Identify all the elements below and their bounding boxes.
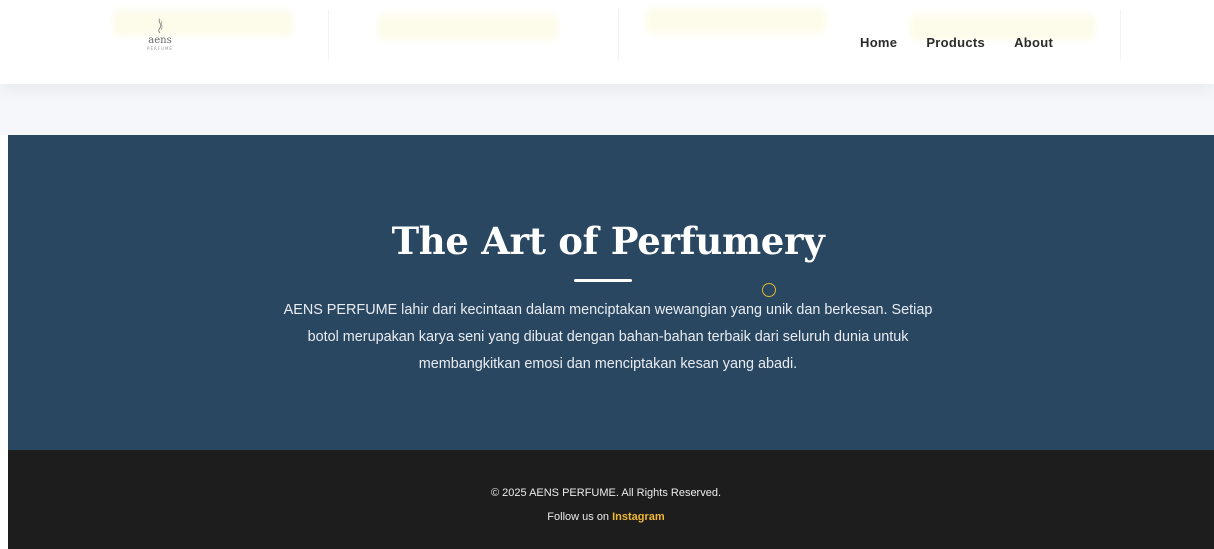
- hero-description: AENS PERFUME lahir dari kecintaan dalam …: [283, 302, 933, 372]
- site-footer: © 2025 AENS PERFUME. All Rights Reserved…: [8, 450, 1214, 549]
- header-spacer: [0, 84, 1214, 135]
- header-divider: [328, 10, 329, 60]
- nav-home[interactable]: Home: [860, 35, 897, 50]
- header-blur-shape: [646, 8, 826, 34]
- footer-copyright: © 2025 AENS PERFUME. All Rights Reserved…: [490, 487, 722, 499]
- header-blur-shape: [378, 14, 558, 40]
- footer-follow: Follow us on Instagram: [8, 511, 1204, 523]
- nav-products[interactable]: Products: [926, 35, 985, 50]
- hero-section: The Art of Perfumery AENS PERFUME lahir …: [8, 135, 1214, 450]
- footer-follow-text: Follow us on: [547, 511, 610, 523]
- brand-logo[interactable]: aens PERFUME: [140, 18, 180, 51]
- flame-swirl-icon: [158, 18, 163, 34]
- hero-divider: [574, 279, 632, 282]
- header-divider: [618, 10, 619, 60]
- cursor-ring-icon: [762, 283, 776, 297]
- main-nav: Home Products About: [860, 35, 1053, 50]
- nav-about[interactable]: About: [1014, 35, 1053, 50]
- header-divider: [1120, 10, 1121, 60]
- brand-name: aens: [148, 35, 172, 46]
- site-header: aens PERFUME Home Products About: [0, 0, 1214, 84]
- page: aens PERFUME Home Products About The Art…: [0, 0, 1214, 549]
- instagram-link[interactable]: Instagram: [612, 511, 665, 523]
- hero-title: The Art of Perfumery: [391, 219, 825, 263]
- brand-tagline: PERFUME: [147, 46, 173, 51]
